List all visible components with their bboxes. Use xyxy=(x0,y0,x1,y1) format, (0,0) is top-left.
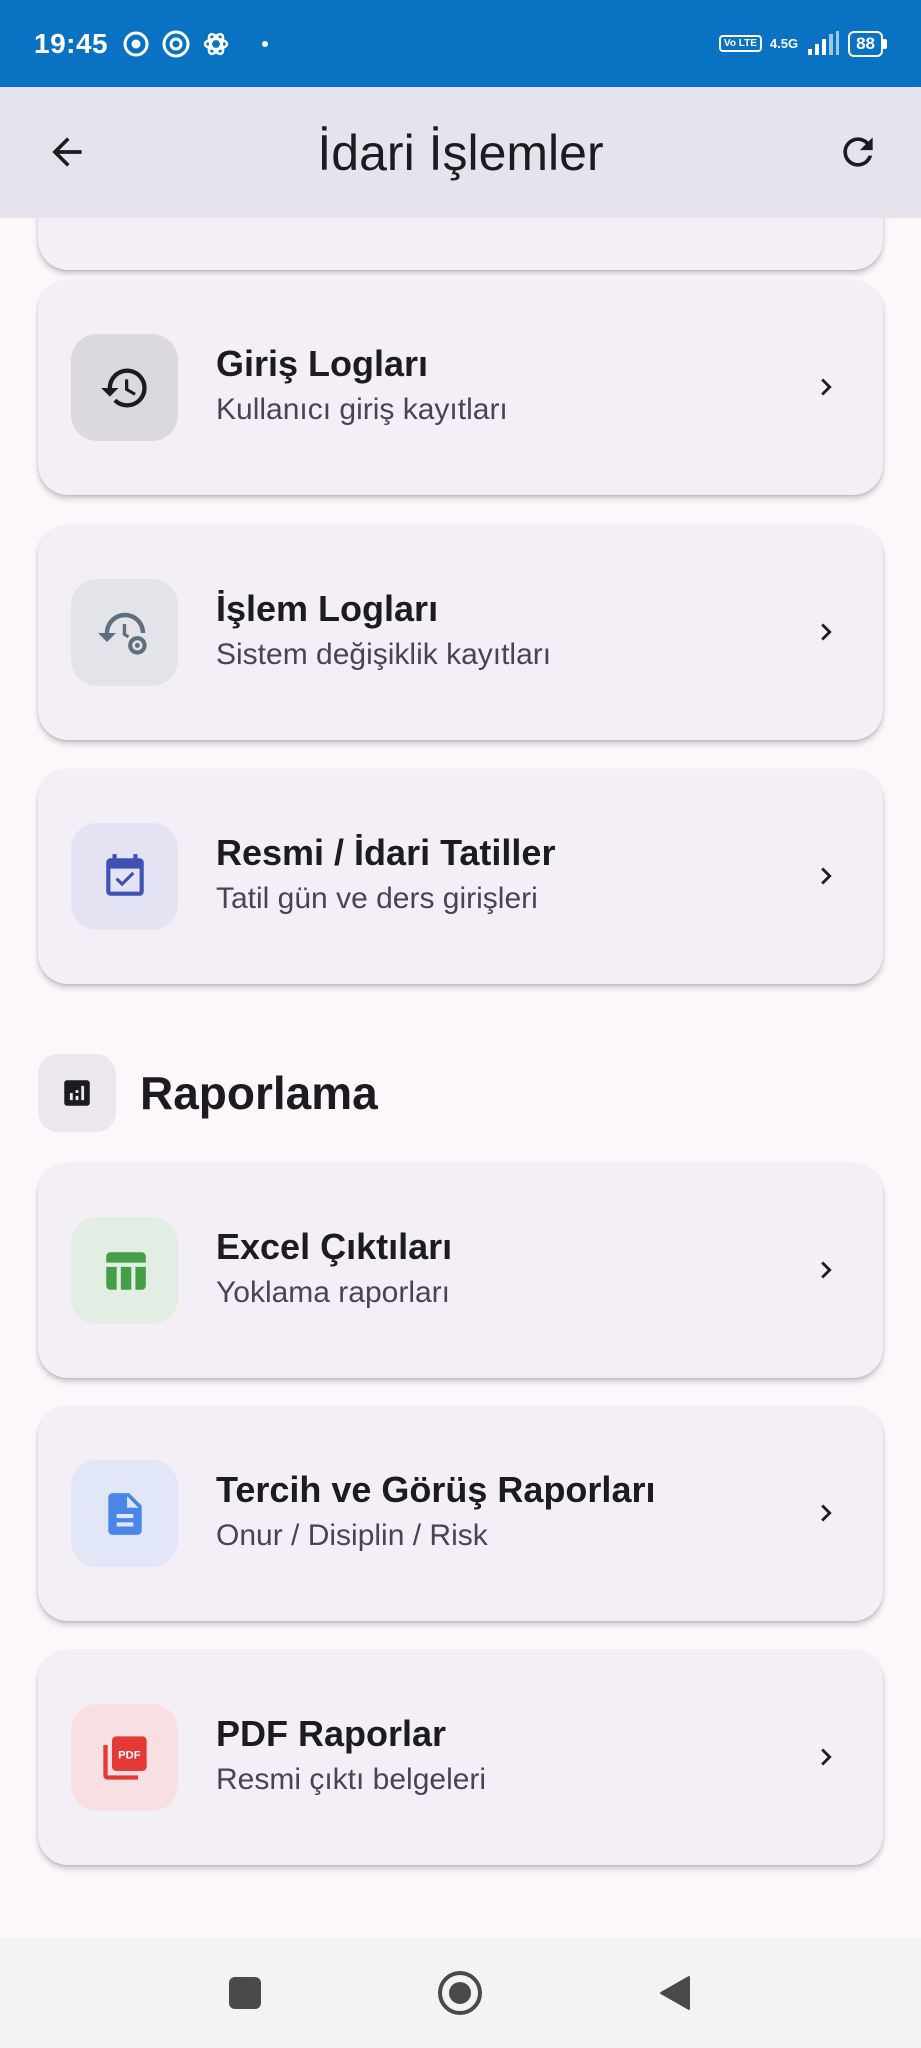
card-text: Resmi / İdari Tatiller Tatil gün ve ders… xyxy=(216,831,555,919)
table-icon xyxy=(105,1251,146,1290)
history-settings-icon xyxy=(97,612,147,655)
back-button[interactable] xyxy=(40,125,94,179)
bar-chart-icon xyxy=(64,1080,90,1106)
battery-tip xyxy=(883,38,887,49)
threads-icon xyxy=(162,30,190,58)
card-text: PDF Raporlar Resmi çıktı belgeleri xyxy=(216,1712,486,1800)
calendar-check-icon xyxy=(105,853,144,896)
card-subtitle: Kullanıcı giriş kayıtları xyxy=(216,393,508,426)
status-notification-icons xyxy=(122,30,269,58)
app-bar: İdari İşlemler xyxy=(0,87,921,218)
signal-icon xyxy=(806,30,840,58)
battery-indicator: 88 xyxy=(848,30,887,57)
circle-home-icon xyxy=(438,1971,482,2015)
card-giris-loglari[interactable]: Giriş Logları Kullanıcı giriş kayıtları xyxy=(38,280,883,495)
card-title: Tercih ve Görüş Raporları xyxy=(216,1469,656,1510)
card-subtitle: Sistem değişiklik kayıtları xyxy=(216,638,552,671)
card-text: Tercih ve Görüş Raporları Onur / Disipli… xyxy=(216,1468,655,1556)
refresh-icon xyxy=(843,137,873,167)
card-tercih-gorus-raporlari[interactable]: Tercih ve Görüş Raporları Onur / Disipli… xyxy=(38,1406,883,1621)
card-icon-box xyxy=(71,334,178,441)
card-title: Resmi / İdari Tatiller xyxy=(216,832,556,873)
card-title: Excel Çıktıları xyxy=(216,1226,453,1267)
nav-back-button[interactable] xyxy=(648,1966,702,2020)
card-text: Excel Çıktıları Yoklama raporları xyxy=(216,1225,452,1313)
chevron-right-icon xyxy=(809,370,843,404)
card-islem-loglari[interactable]: İşlem Logları Sistem değişiklik kayıtlar… xyxy=(38,525,883,740)
card-resmi-idari-tatiller[interactable]: Resmi / İdari Tatiller Tatil gün ve ders… xyxy=(38,769,883,984)
section-title: Raporlama xyxy=(140,1067,378,1119)
card-icon-box xyxy=(71,579,178,686)
document-icon xyxy=(107,1492,142,1535)
card-subtitle: Resmi çıktı belgeleri xyxy=(216,1763,487,1796)
home-button[interactable] xyxy=(433,1966,487,2020)
volte-badge: Vo LTE xyxy=(718,35,762,52)
card-icon-box: PDF xyxy=(71,1704,178,1811)
arrow-back-icon xyxy=(52,137,82,167)
card-icon-box xyxy=(71,823,178,930)
scroll-content[interactable]: Giriş Logları Kullanıcı giriş kayıtları … xyxy=(0,218,921,1938)
card-title: Giriş Logları xyxy=(216,343,429,384)
chevron-right-icon xyxy=(809,1740,843,1774)
chevron-right-icon xyxy=(809,1496,843,1530)
svg-text:PDF: PDF xyxy=(118,1749,141,1761)
card-subtitle: Tatil gün ve ders girişleri xyxy=(216,882,538,915)
recents-button[interactable] xyxy=(218,1966,272,2020)
card-icon-box xyxy=(71,1217,178,1324)
card-icon-box xyxy=(71,1460,178,1567)
more-notifications-dot xyxy=(262,40,269,47)
card-title: İşlem Logları xyxy=(216,588,439,629)
chrome-icon xyxy=(122,30,150,58)
section-icon-box xyxy=(38,1054,116,1132)
network-type: 4.5G xyxy=(769,36,799,51)
card-excel-ciktilari[interactable]: Excel Çıktıları Yoklama raporları xyxy=(38,1163,883,1378)
status-system-icons: Vo LTE 4.5G 88 xyxy=(718,30,887,58)
card-pdf-raporlar[interactable]: PDF PDF Raporlar Resmi çıktı belgeleri xyxy=(38,1650,883,1865)
card-title: PDF Raporlar xyxy=(216,1713,447,1754)
partial-card[interactable] xyxy=(38,218,883,270)
chevron-right-icon xyxy=(809,615,843,649)
page-title: İdari İşlemler xyxy=(317,124,604,181)
card-subtitle: Yoklama raporları xyxy=(216,1276,451,1309)
refresh-button[interactable] xyxy=(831,125,885,179)
status-time: 19:45 xyxy=(34,27,109,59)
chevron-right-icon xyxy=(809,1253,843,1287)
card-text: Giriş Logları Kullanıcı giriş kayıtları xyxy=(216,342,508,430)
pdf-icon: PDF xyxy=(102,1735,147,1780)
section-header-raporlama: Raporlama xyxy=(38,1054,378,1132)
card-text: İşlem Logları Sistem değişiklik kayıtlar… xyxy=(216,587,551,675)
square-recents-icon xyxy=(229,1977,261,2009)
card-subtitle: Onur / Disiplin / Risk xyxy=(216,1519,488,1552)
battery-level: 88 xyxy=(848,30,883,57)
triangle-back-icon xyxy=(660,1976,690,2010)
chevron-right-icon xyxy=(809,859,843,893)
history-icon xyxy=(100,368,147,407)
system-nav-bar xyxy=(0,1938,921,2048)
openai-icon xyxy=(202,30,230,58)
status-bar: 19:45 Vo LTE 4.5G 88 xyxy=(0,0,921,87)
